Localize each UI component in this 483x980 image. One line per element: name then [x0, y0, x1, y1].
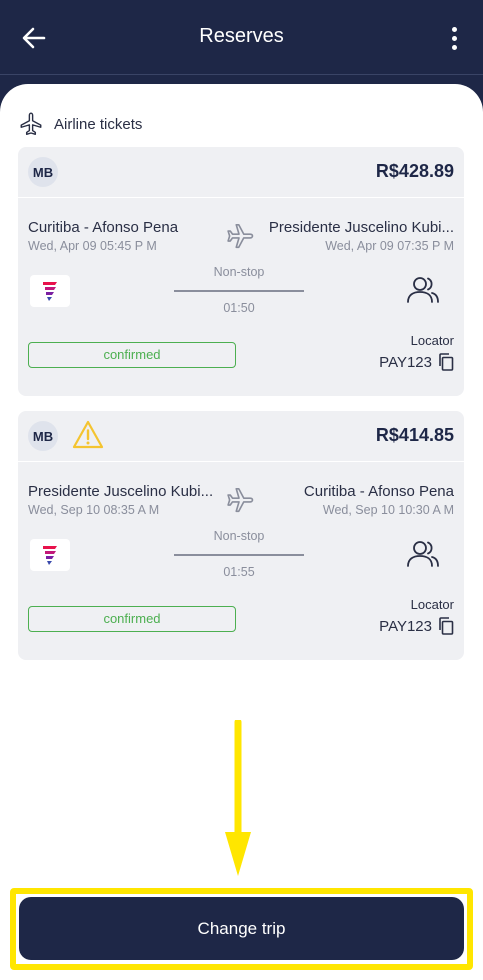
locator-value: PAY123	[379, 353, 454, 371]
dot	[451, 44, 457, 50]
divider	[18, 197, 464, 198]
section-header: Airline tickets	[18, 110, 142, 138]
divider	[18, 461, 464, 462]
locator-label: Locator	[410, 333, 454, 348]
locator-label: Locator	[410, 597, 454, 612]
locator-code: PAY123	[379, 353, 432, 371]
page-title: Reserves	[199, 25, 284, 47]
more-options-button[interactable]	[440, 22, 468, 54]
reservation-card[interactable]: MB R$414.85 Presidente Juscelino Kubi...…	[18, 411, 464, 660]
airplane-icon	[20, 112, 42, 135]
dot	[451, 26, 457, 32]
departure-datetime: Wed, Sep 10 08:35 A M	[28, 503, 160, 517]
destination-airport: Curitiba - Afonso Pena	[303, 483, 454, 500]
change-trip-button[interactable]: Change trip	[19, 897, 464, 960]
departure-datetime: Wed, Apr 09 05:45 P M	[28, 239, 157, 253]
origin-airport: Presidente Juscelino Kubi...	[28, 483, 214, 500]
airplane-icon	[227, 223, 254, 249]
stops-label: Non-stop	[213, 265, 265, 279]
locator-code: PAY123	[379, 617, 432, 635]
status-badge: confirmed	[28, 342, 236, 368]
annotation-arrow-icon	[225, 720, 251, 876]
warning-icon	[72, 420, 104, 449]
arrival-datetime: Wed, Sep 10 10:30 A M	[322, 503, 454, 517]
status-badge: confirmed	[28, 606, 236, 632]
arrival-datetime: Wed, Apr 09 07:35 P M	[325, 239, 454, 253]
airline-code-badge: MB	[28, 421, 58, 451]
airline-logo	[30, 539, 70, 571]
flight-duration: 01:55	[223, 565, 255, 579]
stops-label: Non-stop	[213, 529, 265, 543]
price: R$414.85	[375, 425, 454, 445]
dot	[451, 35, 457, 41]
airplane-icon	[227, 487, 254, 513]
copy-icon[interactable]	[438, 617, 454, 635]
app-header: Reserves	[0, 0, 483, 75]
flight-duration: 01:50	[223, 301, 255, 315]
route-line	[174, 554, 304, 556]
price: R$428.89	[375, 161, 454, 181]
airline-code-badge: MB	[28, 157, 58, 187]
locator-value: PAY123	[379, 617, 454, 635]
airline-logo	[30, 275, 70, 307]
route-line	[174, 290, 304, 292]
passengers-icon	[407, 277, 439, 303]
airline-logo-icon	[43, 546, 57, 565]
section-label: Airline tickets	[54, 115, 143, 133]
origin-airport: Curitiba - Afonso Pena	[28, 219, 179, 236]
passengers-icon	[407, 541, 439, 567]
airline-logo-icon	[43, 282, 57, 301]
reservation-card[interactable]: MB R$428.89 Curitiba - Afonso Pena Wed, …	[18, 147, 464, 396]
copy-icon[interactable]	[438, 353, 454, 371]
destination-airport: Presidente Juscelino Kubi...	[268, 219, 454, 236]
